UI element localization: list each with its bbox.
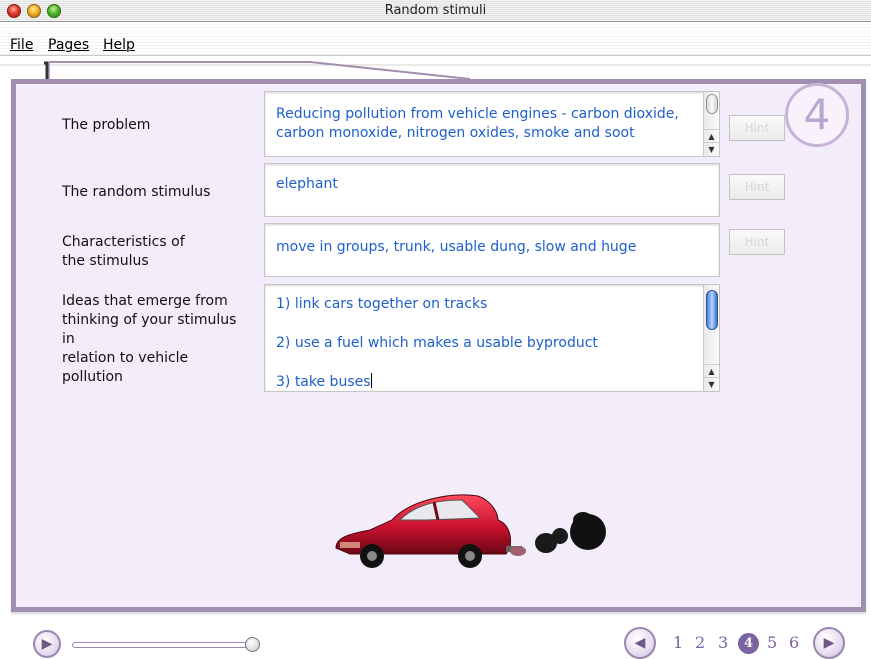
page-link-2[interactable]: 2: [695, 633, 705, 652]
polluting-car-illustration: [335, 494, 606, 568]
menu-file[interactable]: File: [10, 37, 33, 53]
scroll-down-arrow-icon[interactable]: ▼: [704, 377, 719, 390]
progress-slider-track[interactable]: [72, 642, 248, 648]
characteristics-label-line: the stimulus: [62, 253, 149, 269]
page-link-1[interactable]: 1: [673, 633, 683, 652]
ideas-label-line: Ideas that emerge from: [62, 293, 228, 309]
scroll-down-arrow-icon[interactable]: ▼: [704, 142, 719, 155]
arrow-left-icon: ◀: [634, 635, 646, 651]
page-link-5[interactable]: 5: [767, 633, 777, 652]
ideas-list: 1) link cars together on tracks 2) use a…: [276, 295, 693, 391]
ideas-label-line: relation to vehicle: [62, 350, 189, 366]
progress-slider-knob[interactable]: [245, 637, 260, 652]
stimulus-hint-button[interactable]: Hint: [729, 174, 785, 200]
characteristics-field[interactable]: move in groups, trunk, usable dung, slow…: [264, 223, 720, 277]
problem-scrollbar[interactable]: ▲ ▼: [703, 92, 719, 156]
play-button[interactable]: ▶: [33, 630, 61, 658]
problem-hint-button[interactable]: Hint: [729, 115, 785, 141]
window-title: Random stimuli: [384, 3, 487, 18]
page-link-3[interactable]: 3: [718, 633, 728, 652]
stimulus-label: The random stimulus: [62, 184, 211, 200]
stimulus-field[interactable]: elephant: [264, 163, 720, 217]
arrow-right-icon: ▶: [823, 635, 835, 651]
scroll-thumb[interactable]: [706, 94, 718, 114]
characteristics-label-line: Characteristics of: [62, 234, 185, 250]
ideas-scrollbar[interactable]: ▲ ▼: [703, 285, 719, 391]
menu-bar: File Pages Help: [0, 22, 871, 56]
idea-item: 3) take buses: [276, 374, 371, 390]
ideas-label-line: in: [62, 331, 75, 347]
ideas-textarea[interactable]: 1) link cars together on tracks 2) use a…: [264, 284, 720, 392]
page-link-4-current[interactable]: 4: [738, 633, 759, 654]
title-bar: Random stimuli: [0, 0, 871, 22]
scroll-up-arrow-icon[interactable]: ▲: [704, 129, 719, 142]
scroll-thumb[interactable]: [706, 290, 718, 330]
menu-pages[interactable]: Pages: [48, 37, 89, 53]
ideas-label-line: thinking of your stimulus: [62, 312, 237, 328]
problem-label: The problem: [62, 117, 151, 133]
problem-textarea[interactable]: Reducing pollution from vehicle engines …: [264, 91, 720, 157]
ideas-label-line: pollution: [62, 369, 123, 385]
problem-text: Reducing pollution from vehicle engines …: [276, 106, 679, 141]
characteristics-hint-button[interactable]: Hint: [729, 229, 785, 255]
stimulus-text: elephant: [276, 176, 338, 192]
page-number-badge: 4: [785, 83, 849, 147]
next-page-button[interactable]: ▶: [813, 627, 845, 659]
text-caret: [370, 373, 372, 388]
previous-page-button[interactable]: ◀: [624, 627, 656, 659]
scroll-up-arrow-icon[interactable]: ▲: [704, 364, 719, 377]
page-link-6[interactable]: 6: [789, 633, 799, 652]
idea-item: 1) link cars together on tracks: [276, 296, 488, 312]
characteristics-label: Characteristics of the stimulus: [62, 233, 185, 271]
ideas-label: Ideas that emerge from thinking of your …: [62, 292, 236, 387]
play-icon: ▶: [41, 636, 53, 652]
menu-help[interactable]: Help: [103, 37, 135, 53]
idea-item: 2) use a fuel which makes a usable bypro…: [276, 335, 598, 351]
characteristics-text: move in groups, trunk, usable dung, slow…: [276, 239, 637, 255]
